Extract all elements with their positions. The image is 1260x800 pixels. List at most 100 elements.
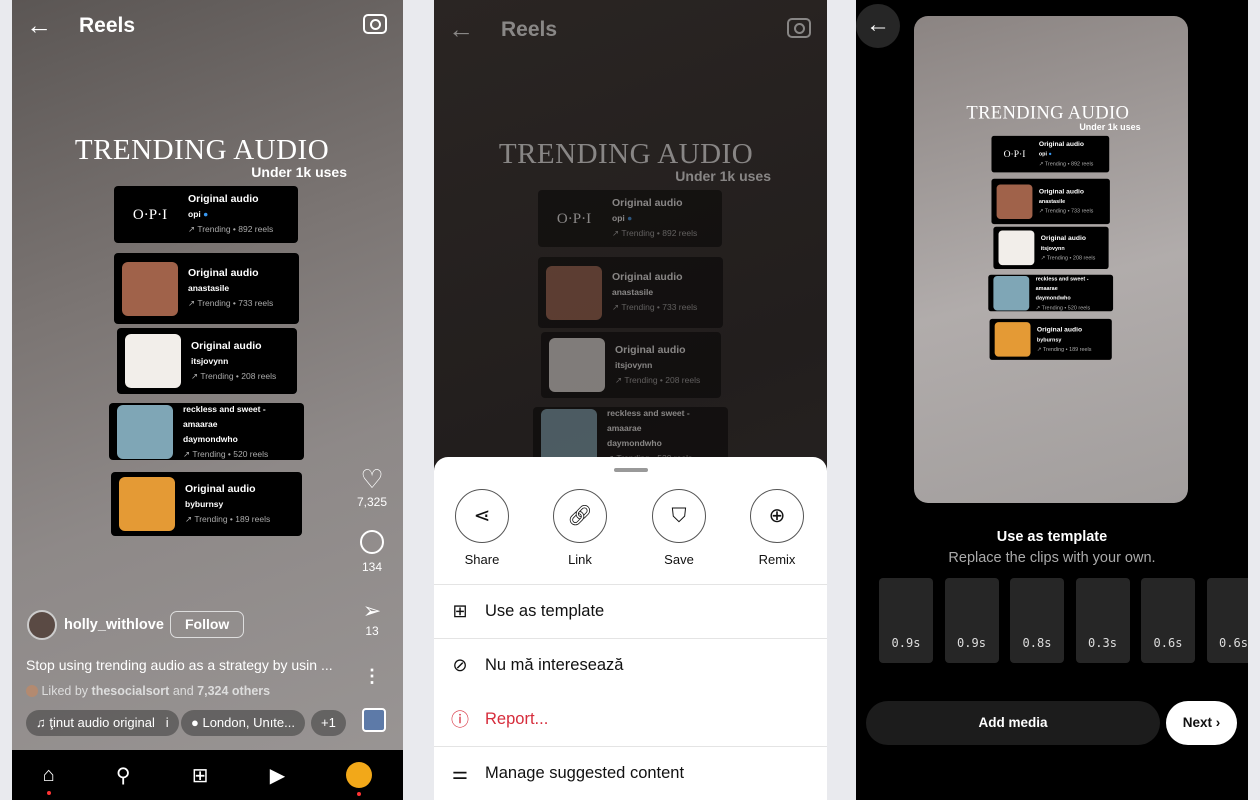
author-name: opi	[1038, 150, 1047, 157]
audio-card[interactable]: Original audio byburnsy ↗ Trending • 189…	[989, 318, 1112, 360]
clip-slot[interactable]: 0.9s	[944, 578, 999, 663]
avatar[interactable]	[27, 610, 57, 640]
sliders-icon: ⚌	[451, 763, 469, 783]
template-preview: TRENDING AUDIO Under 1k uses O·P·I Origin…	[914, 16, 1188, 503]
clip-slot[interactable]: 0.3s	[1075, 578, 1130, 663]
arrow-left-icon[interactable]: ←	[26, 12, 52, 38]
author-name: daymondwho	[1035, 294, 1071, 301]
arrow-left-icon[interactable]: ←	[856, 4, 900, 48]
not-interested-item[interactable]: ⊘ Nu mă interesează	[434, 638, 827, 692]
audio-author: itsjovynn	[1041, 243, 1096, 253]
top-bar: ← Reels	[12, 0, 403, 52]
follow-button[interactable]: Follow	[170, 611, 245, 638]
create-icon[interactable]: ⊞	[192, 763, 209, 788]
caption[interactable]: Stop using trending audio as a strategy …	[26, 657, 333, 673]
audio-card[interactable]: O·P·I Original audio opi ● ↗ Trending • …	[538, 190, 722, 247]
audio-thumbnail	[998, 230, 1035, 266]
author-name: anastasile	[612, 287, 654, 297]
audio-card[interactable]: reckless and sweet - amaarae daymondwho …	[533, 407, 728, 464]
audio-name-overflow: i	[165, 715, 169, 730]
audio-stats: ↗ Trending • 733 reels	[1038, 207, 1094, 214]
audio-card[interactable]: Original audio itsjovynn ↗ Trending • 20…	[541, 332, 721, 398]
clip-slot[interactable]: 0.9s	[879, 578, 933, 663]
audio-card[interactable]: O·P·I Original audio opi ● ↗ Trending • …	[114, 186, 298, 243]
reels-feed-screen: ← Reels TRENDING AUDIO Under 1k uses O·P·…	[12, 0, 403, 800]
manage-suggested-item[interactable]: ⚌ Manage suggested content	[434, 746, 827, 800]
audio-card[interactable]: reckless and sweet - amaarae daymondwho …	[109, 403, 304, 460]
report-icon: ⓘ	[451, 710, 469, 730]
audio-card[interactable]: Original audio anastasile ↗ Trending • 7…	[538, 257, 723, 328]
audio-author: anastasile	[612, 285, 697, 300]
author-name: byburnsy	[185, 498, 224, 509]
audio-thumbnail: O·P·I	[122, 187, 178, 242]
audio-name: reckless and sweet - amaarae	[1035, 275, 1089, 292]
audio-name: reckless and sweet - amaarae	[607, 407, 690, 433]
bookmark-icon: ⛉	[652, 489, 706, 543]
save-action[interactable]: ⛉ Save	[649, 489, 709, 567]
audio-card[interactable]: Original audio itsjovynn ↗ Trending • 20…	[117, 328, 297, 394]
audio-card[interactable]: reckless and sweet - amaarae daymondwho …	[988, 274, 1114, 312]
item-label: Use as template	[485, 602, 605, 620]
audio-name: Original audio	[188, 267, 259, 279]
liked-user[interactable]: thesocialsort	[92, 684, 170, 698]
verified-badge-icon: ●	[627, 213, 633, 223]
liked-and: and	[172, 684, 194, 698]
audio-stats: ↗ Trending • 189 reels	[185, 513, 271, 524]
audio-thumbnail	[994, 322, 1031, 357]
remix-label: Remix	[758, 552, 796, 567]
author-name: itsjovynn	[1040, 244, 1065, 251]
share-icon: ⋖	[455, 489, 509, 543]
camera-icon[interactable]	[363, 14, 387, 34]
audio-card[interactable]: Original audio itsjovynn ↗ Trending • 20…	[993, 226, 1109, 269]
audio-stats: ↗ Trending • 892 reels	[188, 224, 274, 234]
more-tags-pill[interactable]: +1	[311, 710, 346, 736]
clip-slot[interactable]: 0.8s	[1010, 578, 1064, 663]
drag-handle[interactable]	[614, 468, 648, 472]
next-label: Next	[1182, 715, 1212, 730]
author-name: itsjovynn	[191, 355, 229, 366]
liked-prefix: Liked by	[41, 684, 89, 698]
camera-icon[interactable]	[787, 18, 811, 38]
plus-square-icon: ⊞	[452, 601, 468, 621]
profile-avatar[interactable]	[346, 762, 373, 796]
audio-card[interactable]: O·P·I Original audio opi ● ↗ Trending • …	[991, 135, 1110, 173]
report-item[interactable]: ⓘ Report...	[434, 692, 827, 746]
next-button[interactable]: Next ›	[1166, 701, 1237, 745]
audio-card[interactable]: Original audio anastasile ↗ Trending • 7…	[991, 178, 1110, 225]
audio-pill[interactable]: ♫ ţinut audio original i	[26, 710, 179, 736]
home-icon[interactable]: ⌂	[43, 764, 55, 795]
author-name: opi	[612, 213, 625, 223]
share-button[interactable]: ➢ 13	[355, 598, 389, 638]
reels-icon[interactable]: ▶	[270, 763, 285, 788]
clip-slot[interactable]: 0.6s	[1206, 578, 1248, 663]
search-icon[interactable]: ⚲	[116, 763, 131, 788]
comment-button[interactable]: 134	[355, 530, 389, 574]
like-button[interactable]: ♡ 7,325	[355, 464, 389, 509]
add-media-button[interactable]: Add media	[866, 701, 1160, 745]
link-action[interactable]: 🔗︎ Link	[550, 489, 610, 567]
audio-stats: ↗ Trending • 733 reels	[188, 298, 274, 308]
username[interactable]: holly_withlove	[64, 617, 164, 633]
template-title: Use as template	[996, 529, 1108, 545]
use-as-template-item[interactable]: ⊞ Use as template	[434, 584, 827, 638]
audio-thumbnail	[996, 184, 1033, 219]
audio-card[interactable]: Original audio anastasile ↗ Trending • 7…	[114, 253, 299, 324]
share-action[interactable]: ⋖ Share	[452, 489, 512, 567]
arrow-left-icon[interactable]: ←	[448, 16, 474, 42]
overlay-title: TRENDING AUDIO	[966, 102, 1130, 124]
audio-stats: ↗ Trending • 208 reels	[615, 374, 701, 385]
audio-author: opi ●	[612, 211, 697, 226]
liked-by[interactable]: Liked by thesocialsort and 7,324 others	[26, 684, 270, 698]
audio-stats: ↗ Trending • 733 reels	[612, 302, 698, 312]
location-pill[interactable]: ● London, Unıte...	[181, 710, 305, 736]
audio-card[interactable]: Original audio byburnsy ↗ Trending • 189…	[111, 472, 302, 536]
overlay-title: TRENDING AUDIO	[498, 138, 754, 170]
send-icon: ➢	[362, 598, 382, 623]
audio-thumbnail[interactable]	[362, 708, 386, 732]
liked-others[interactable]: 7,324 others	[197, 684, 270, 698]
clip-slot[interactable]: 0.6s	[1141, 578, 1195, 663]
audio-name: Original audio	[191, 339, 262, 352]
more-options-icon[interactable]: ⋮	[355, 666, 389, 687]
link-icon: 🔗︎	[553, 489, 607, 543]
remix-action[interactable]: ⊕ Remix	[747, 489, 807, 567]
